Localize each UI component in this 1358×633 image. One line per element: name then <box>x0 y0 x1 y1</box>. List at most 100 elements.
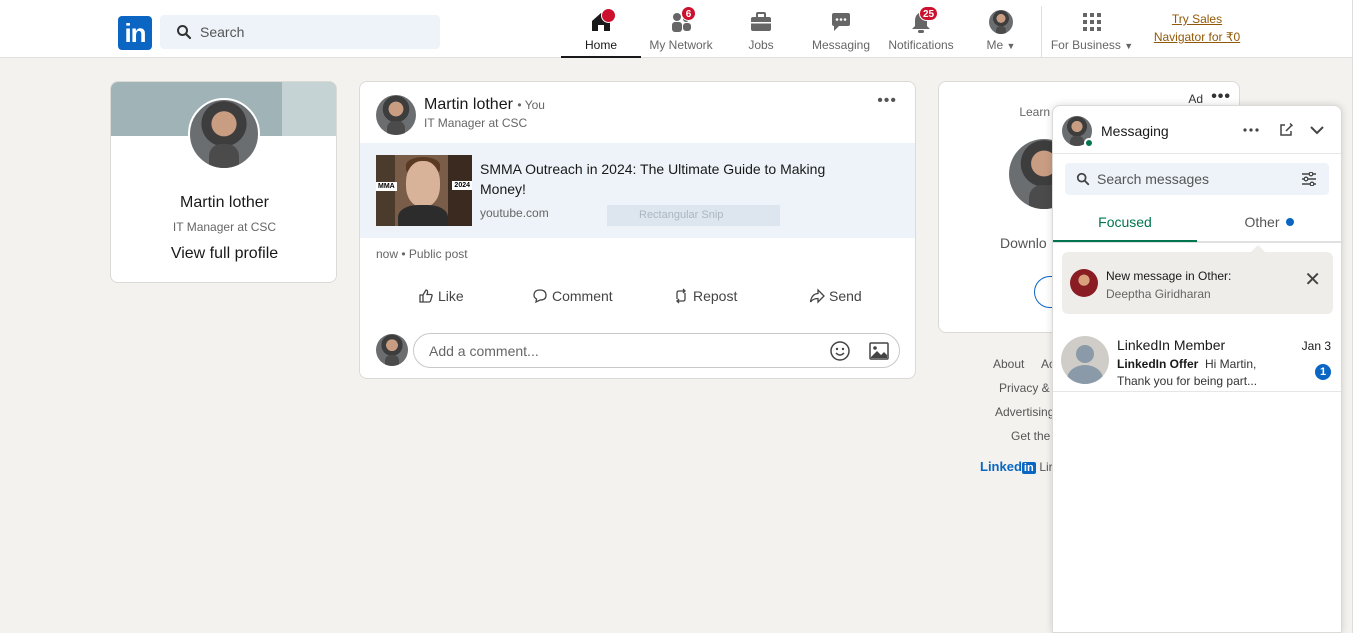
repost-label: Repost <box>693 288 738 304</box>
bell-icon: 25 <box>909 6 939 34</box>
new-message-notice[interactable]: New message in Other: Deeptha Giridharan… <box>1062 252 1333 314</box>
post-author-avatar[interactable] <box>376 95 416 135</box>
send-button[interactable]: Send <box>809 288 862 304</box>
post-you-label: • You <box>517 98 545 112</box>
nav-label-home: Home <box>584 38 617 52</box>
home-icon <box>589 8 616 34</box>
nav-notifications[interactable]: 25 Notifications <box>881 6 961 58</box>
page-scrollbar[interactable] <box>1352 0 1358 633</box>
nav-label-me: Me ▼ <box>986 38 1016 52</box>
nav-jobs[interactable]: Jobs <box>721 10 801 58</box>
thumb-tag-left: MMA <box>376 182 397 191</box>
conversation-name: LinkedIn Member <box>1117 337 1226 353</box>
ad-download-text: Downlo <box>1000 235 1047 251</box>
like-button[interactable]: Like <box>418 288 464 304</box>
link-preview[interactable]: MMA 2024 SMMA Outreach in 2024: The Ulti… <box>360 143 915 238</box>
send-icon <box>809 288 825 304</box>
ad-more-icon[interactable]: ••• <box>1211 88 1231 106</box>
repost-icon <box>676 288 686 304</box>
notice-title: New message in Other: <box>1106 269 1232 283</box>
profile-avatar[interactable] <box>188 98 260 170</box>
footer-advertising[interactable]: Advertising <box>995 400 1054 424</box>
chevron-down-icon[interactable] <box>1309 125 1325 135</box>
comment-button[interactable]: Comment <box>532 288 613 304</box>
filter-icon[interactable] <box>1301 172 1317 186</box>
sales-navigator-link[interactable]: Try Sales Navigator for ₹0 <box>1144 10 1250 46</box>
post-meta: now • Public post <box>376 247 468 261</box>
post-author-title: IT Manager at CSC <box>424 116 528 130</box>
online-status-dot <box>1084 138 1094 148</box>
sales-link-line2: Navigator for ₹0 <box>1153 30 1241 44</box>
messaging-search[interactable] <box>1065 163 1329 195</box>
conversation-item[interactable]: LinkedIn Member Jan 3 LinkedIn Offer Hi … <box>1053 328 1341 392</box>
like-label: Like <box>438 288 464 304</box>
global-search[interactable] <box>160 15 440 49</box>
search-icon <box>177 25 192 40</box>
unread-count-badge: 1 <box>1315 364 1331 380</box>
briefcase-icon <box>749 10 773 34</box>
chat-icon <box>829 10 853 34</box>
search-input[interactable] <box>200 15 430 49</box>
comment-avatar <box>376 334 408 366</box>
view-full-profile-link[interactable]: View full profile <box>111 245 336 263</box>
send-label: Send <box>829 288 862 304</box>
search-icon <box>1076 172 1090 186</box>
post-actions: Like Comment Repost Send <box>360 282 915 314</box>
chevron-down-icon: ▼ <box>1006 41 1016 51</box>
comment-box[interactable] <box>413 333 900 368</box>
footer-linkedin-logo: Linked in Lir <box>980 459 1053 474</box>
thumb-tag-right: 2024 <box>452 181 472 190</box>
nav-home[interactable]: Home <box>561 8 641 58</box>
tab-other[interactable]: Other <box>1197 204 1341 242</box>
nav-for-business[interactable]: For Business ▼ <box>1042 10 1142 58</box>
nav-divider <box>1041 6 1042 58</box>
messaging-title: Messaging <box>1101 123 1169 139</box>
nav-messaging[interactable]: Messaging <box>801 10 881 58</box>
conversation-date: Jan 3 <box>1301 339 1331 353</box>
sales-link-line1: Try Sales <box>1171 12 1223 26</box>
chevron-down-icon: ▼ <box>1124 41 1134 51</box>
post-more-icon[interactable]: ••• <box>877 92 897 110</box>
notifications-badge: 25 <box>919 6 939 21</box>
tab-focused[interactable]: Focused <box>1053 204 1197 242</box>
profile-card: Martin lother IT Manager at CSC View ful… <box>110 81 337 283</box>
nav-label-my-network: My Network <box>649 38 713 52</box>
comment-icon <box>533 289 547 304</box>
more-options-icon[interactable] <box>1243 128 1259 132</box>
tabs-divider <box>1053 242 1341 243</box>
notice-sender: Deeptha Giridharan <box>1106 287 1211 301</box>
messaging-search-input[interactable] <box>1097 163 1287 195</box>
post-card: Martin lother • You IT Manager at CSC ••… <box>359 81 916 379</box>
messaging-panel: Messaging Focused Other New message in O… <box>1052 105 1342 633</box>
profile-name[interactable]: Martin lother <box>111 194 336 212</box>
messaging-header[interactable]: Messaging <box>1053 106 1341 154</box>
conversation-preview: LinkedIn Offer Hi Martin, <box>1117 357 1257 371</box>
nav-my-network[interactable]: 6 My Network <box>641 6 721 58</box>
network-icon: 6 <box>669 6 696 34</box>
image-icon[interactable] <box>868 340 890 362</box>
footer-privacy[interactable]: Privacy & <box>999 376 1050 400</box>
video-thumbnail[interactable]: MMA 2024 <box>376 155 472 226</box>
link-title[interactable]: SMMA Outreach in 2024: The Ultimate Guid… <box>480 159 860 199</box>
nav-label-notifications: Notifications <box>888 38 954 52</box>
repost-button[interactable]: Repost <box>673 288 737 304</box>
close-icon[interactable]: ✕ <box>1304 270 1321 290</box>
compose-icon[interactable] <box>1278 122 1294 138</box>
snip-overlay: Rectangular Snip <box>607 205 780 226</box>
post-author[interactable]: Martin lother • You <box>424 96 545 114</box>
profile-title: IT Manager at CSC <box>172 220 277 234</box>
nav-label-messaging: Messaging <box>811 38 871 52</box>
nav-label-jobs: Jobs <box>748 38 774 52</box>
footer-about[interactable]: About <box>993 352 1024 376</box>
comment-input[interactable] <box>429 334 809 367</box>
link-domain: youtube.com <box>480 206 549 220</box>
footer-get-app[interactable]: Get the <box>1011 424 1050 448</box>
network-badge: 6 <box>681 6 696 21</box>
unread-dot <box>1285 218 1294 226</box>
conversation-preview-line2: Thank you for being part... <box>1117 374 1258 388</box>
emoji-icon[interactable] <box>829 340 851 362</box>
linkedin-logo[interactable]: in <box>118 16 152 50</box>
nav-me[interactable]: Me ▼ <box>961 10 1041 58</box>
grid-icon <box>1080 10 1104 34</box>
comment-label: Comment <box>552 288 613 304</box>
